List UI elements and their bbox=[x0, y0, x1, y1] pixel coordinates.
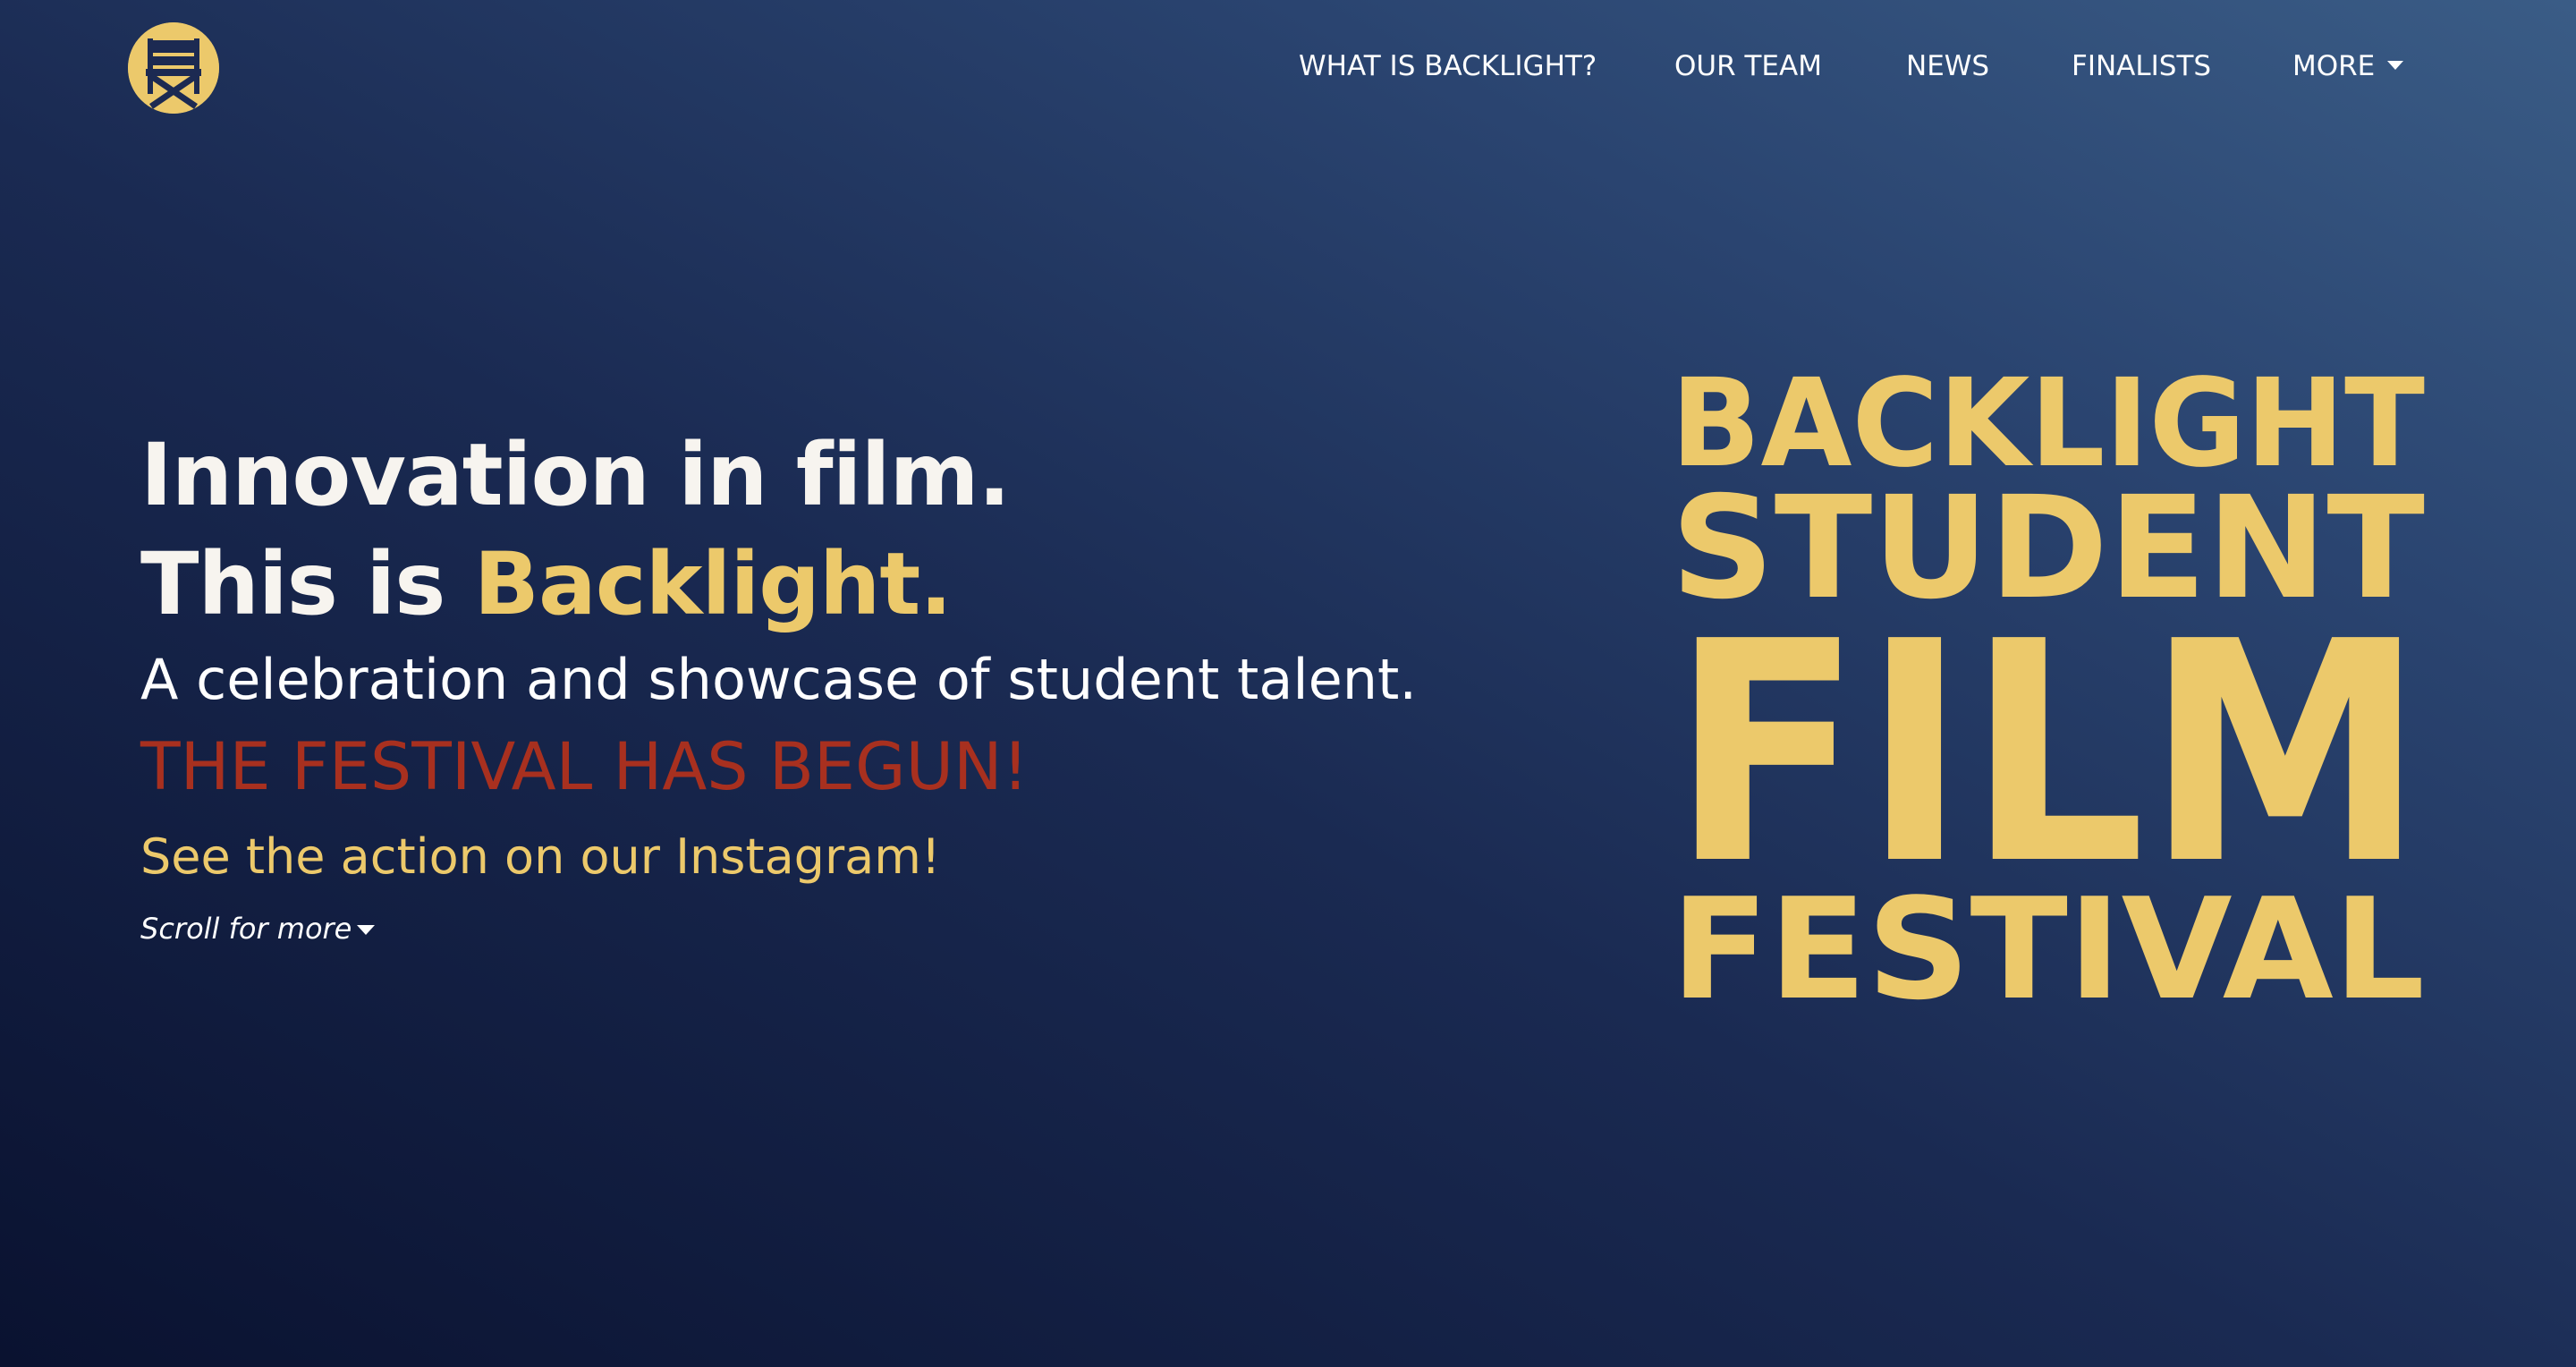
instagram-link[interactable]: See the action on our Instagram! bbox=[140, 819, 1572, 895]
festival-announcement: THE FESTIVAL HAS BEGUN! bbox=[140, 729, 1029, 805]
scroll-hint-label: Scroll for more bbox=[140, 912, 352, 946]
wordmark-line-4: FESTIVAL bbox=[1671, 868, 2425, 1006]
festival-wordmark: BACKLIGHT STUDENT FILM FESTIVAL bbox=[1671, 362, 2425, 1006]
nav-link-what-is-backlight[interactable]: WHAT IS BACKLIGHT? bbox=[1299, 47, 1597, 86]
headline-accent: Backlight. bbox=[473, 534, 953, 634]
nav-link-finalists[interactable]: FINALISTS bbox=[2072, 47, 2211, 86]
headline-prefix: This is bbox=[140, 534, 474, 634]
caret-down-icon bbox=[357, 925, 376, 935]
page: WHAT IS BACKLIGHT? OUR TEAM NEWS FINALIS… bbox=[0, 0, 2576, 1367]
hero-text: Innovation in film. This is Backlight. A… bbox=[140, 420, 1572, 948]
festival-wordmark-graphic: BACKLIGHT STUDENT FILM FESTIVAL bbox=[1671, 362, 2425, 1006]
nav-more-label: MORE bbox=[2292, 50, 2376, 82]
nav-link-our-team[interactable]: OUR TEAM bbox=[1674, 47, 1822, 86]
nav-link-more[interactable]: MORE bbox=[2292, 47, 2404, 86]
headline-line-2: This is Backlight. bbox=[140, 530, 1572, 639]
scroll-for-more[interactable]: Scroll for more bbox=[140, 909, 376, 948]
caret-down-icon bbox=[2387, 61, 2404, 70]
tagline: A celebration and showcase of student ta… bbox=[140, 647, 1418, 712]
logo[interactable] bbox=[128, 22, 219, 114]
nav-link-news[interactable]: NEWS bbox=[1906, 47, 1989, 86]
headline-line-1: Innovation in film. bbox=[140, 425, 1011, 525]
directors-chair-icon bbox=[128, 22, 219, 114]
navbar: WHAT IS BACKLIGHT? OUR TEAM NEWS FINALIS… bbox=[0, 0, 2576, 134]
